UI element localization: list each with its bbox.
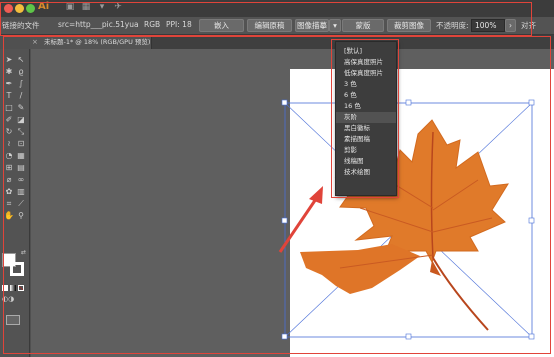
app-window: { "app": {"logo": "Ai"}, "options_bar": … — [0, 0, 554, 357]
placed-image-layer — [278, 99, 535, 340]
menu-item-silhouettes[interactable]: 剪影 — [336, 145, 396, 156]
menu-item-black-white-logo[interactable]: 黑白徽标 — [336, 123, 396, 134]
menu-item-grayscale[interactable]: 灰阶 — [336, 112, 396, 123]
menu-item-16-colors[interactable]: 16 色 — [336, 101, 396, 112]
menu-item-3-colors[interactable]: 3 色 — [336, 79, 396, 90]
menu-item-sketched-art[interactable]: 素描图稿 — [336, 134, 396, 145]
menu-item-low-fidelity-photo[interactable]: 低保真度照片 — [336, 68, 396, 79]
menu-item-technical-drawing[interactable]: 技术绘图 — [336, 167, 396, 178]
menu-item-default[interactable]: [默认] — [336, 46, 396, 57]
menu-item-6-colors[interactable]: 6 色 — [336, 90, 396, 101]
maple-leaf-image — [300, 119, 509, 331]
trace-preset-menu: [默认] 高保真度照片 低保真度照片 3 色 6 色 16 色 灰阶 黑白徽标 … — [335, 41, 397, 196]
menu-item-high-fidelity-photo[interactable]: 高保真度照片 — [336, 57, 396, 68]
menu-item-line-art[interactable]: 线稿图 — [336, 156, 396, 167]
